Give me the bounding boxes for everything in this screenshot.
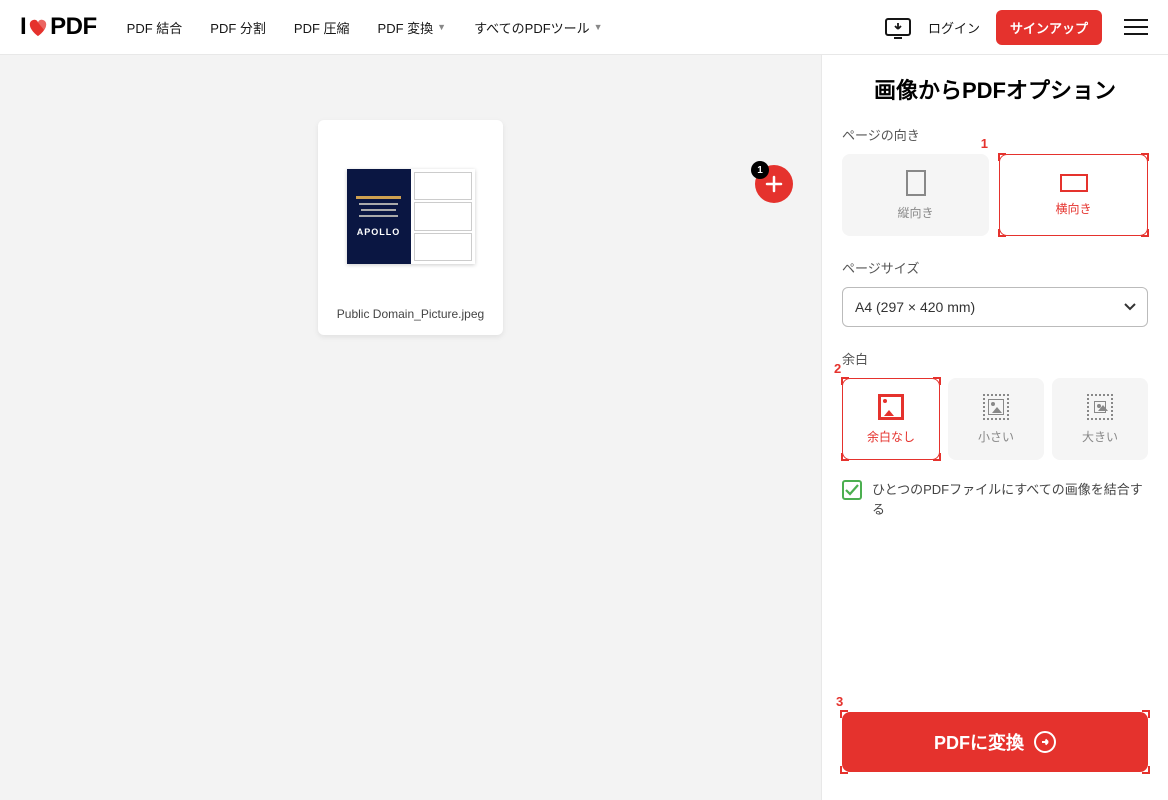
sidebar-title: 画像からPDFオプション — [842, 73, 1148, 105]
check-icon — [845, 484, 859, 496]
file-canvas: APOLLO Public Domain_Picture.jpeg 1 — [0, 55, 821, 800]
merge-checkbox-label: ひとつのPDFファイルにすべての画像を結合する — [872, 480, 1148, 519]
logo-text-left: I — [20, 13, 26, 41]
landscape-icon — [1060, 174, 1088, 192]
margin-options: 余白なし 小さい 大きい 2 — [842, 378, 1148, 460]
file-card[interactable]: APOLLO Public Domain_Picture.jpeg — [318, 120, 503, 335]
convert-button[interactable]: PDFに変換 — [842, 712, 1148, 772]
orientation-portrait[interactable]: 縦向き — [842, 154, 989, 236]
hamburger-menu-icon[interactable] — [1124, 19, 1148, 35]
orientation-label: ページの向き — [842, 125, 1148, 144]
chevron-down-icon: ▼ — [594, 22, 603, 32]
nav-convert[interactable]: PDF 変換▼ — [378, 18, 447, 37]
options-sidebar: 画像からPDFオプション ページの向き 縦向き 横向き 1 ページサイズ A4 … — [821, 55, 1168, 800]
login-link[interactable]: ログイン — [928, 18, 980, 37]
nav-merge[interactable]: PDF 結合 — [127, 18, 183, 37]
signup-button[interactable]: サインアップ — [996, 10, 1102, 45]
annotation-2: 2 — [834, 361, 841, 376]
image-small-margin-icon — [983, 394, 1009, 420]
image-icon — [878, 394, 904, 420]
margin-none[interactable]: 余白なし — [842, 378, 940, 460]
image-big-margin-icon — [1087, 394, 1113, 420]
header-right: ログイン サインアップ — [884, 10, 1148, 45]
nav-split[interactable]: PDF 分割 — [210, 18, 266, 37]
file-count-badge: 1 — [751, 161, 769, 179]
file-thumbnail: APOLLO — [332, 134, 489, 299]
page-size-select[interactable]: A4 (297 × 420 mm) — [842, 287, 1148, 327]
nav-compress[interactable]: PDF 圧縮 — [294, 18, 350, 37]
heart-icon — [27, 17, 49, 37]
margin-small[interactable]: 小さい — [948, 378, 1044, 460]
logo[interactable]: I PDF — [20, 13, 97, 41]
orientation-landscape[interactable]: 横向き — [999, 154, 1148, 236]
nav-all-tools[interactable]: すべてのPDFツール▼ — [474, 18, 603, 37]
merge-checkbox-row: ひとつのPDFファイルにすべての画像を結合する — [842, 480, 1148, 519]
desktop-download-icon[interactable] — [884, 15, 912, 39]
main-content: APOLLO Public Domain_Picture.jpeg 1 画像から… — [0, 55, 1168, 800]
page-size-label: ページサイズ — [842, 258, 1148, 277]
margin-label: 余白 — [842, 349, 1148, 368]
add-file-button[interactable]: 1 — [755, 165, 793, 203]
merge-checkbox[interactable] — [842, 480, 862, 500]
plus-icon — [764, 174, 784, 194]
file-name: Public Domain_Picture.jpeg — [332, 307, 489, 321]
arrow-right-circle-icon — [1034, 731, 1056, 753]
logo-text-right: PDF — [50, 13, 97, 41]
margin-big[interactable]: 大きい — [1052, 378, 1148, 460]
main-nav: PDF 結合 PDF 分割 PDF 圧縮 PDF 変換▼ すべてのPDFツール▼ — [127, 18, 603, 37]
portrait-icon — [906, 170, 926, 196]
chevron-down-icon: ▼ — [437, 22, 446, 32]
header: I PDF PDF 結合 PDF 分割 PDF 圧縮 PDF 変換▼ すべてのP… — [0, 0, 1168, 55]
annotation-3: 3 — [836, 694, 843, 709]
orientation-options: 縦向き 横向き 1 — [842, 154, 1148, 236]
page-size-select-wrap: A4 (297 × 420 mm) — [842, 287, 1148, 327]
